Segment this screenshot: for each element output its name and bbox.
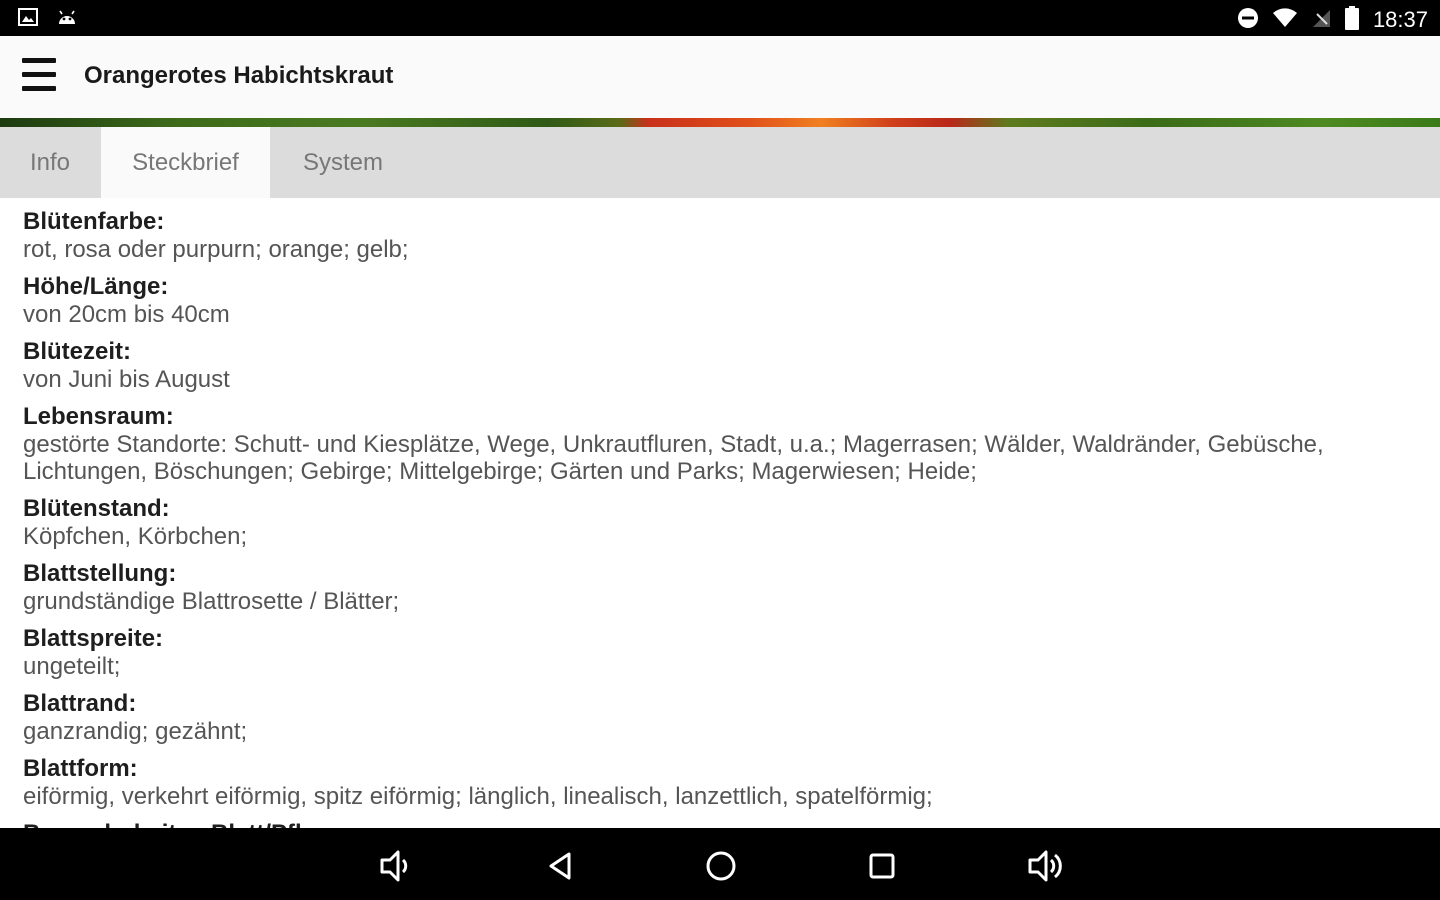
field-besonderheiten: Besonderheiten Blatt/Pflanze: [23,820,1413,828]
steckbrief-content[interactable]: Blütenfarbe: rot, rosa oder purpurn; ora… [0,198,1440,828]
field-bluetenstand: Blütenstand: Köpfchen, Körbchen; [23,495,1413,550]
back-icon[interactable] [540,846,580,886]
field-blattrand: Blattrand: ganzrandig; gezähnt; [23,690,1413,745]
status-bar: 18:37 [0,0,1440,36]
field-label: Blattspreite: [23,625,164,652]
field-value: ungeteilt; [23,653,121,680]
field-value: eiförmig, verkehrt eiförmig, spitz eiför… [23,783,933,810]
tab-bar: Info Steckbrief System [0,127,1440,198]
hamburger-menu-icon[interactable] [20,56,58,94]
tab-steckbrief[interactable]: Steckbrief [101,127,270,198]
field-bluetezeit: Blütezeit: von Juni bis August [23,338,1413,393]
field-label: Höhe/Länge: [23,273,169,300]
field-list: Blütenfarbe: rot, rosa oder purpurn; ora… [23,208,1413,828]
field-bluetenfarbe: Blütenfarbe: rot, rosa oder purpurn; ora… [23,208,1413,263]
field-label: Blattrand: [23,690,137,717]
home-icon[interactable] [701,846,741,886]
field-value: von Juni bis August [23,366,230,393]
recents-icon[interactable] [862,846,902,886]
do-not-disturb-icon [1237,7,1259,33]
clock-time: 18:37 [1372,7,1428,32]
field-blattform: Blattform: eiförmig, verkehrt eiförmig, … [23,755,1413,810]
plant-image-strip [0,118,1440,127]
field-value: rot, rosa oder purpurn; orange; gelb; [23,236,409,263]
volume-down-icon[interactable] [376,846,416,886]
field-value: gestörte Standorte: Schutt- und Kiesplät… [23,431,1324,485]
field-value: von 20cm bis 40cm [23,301,230,328]
wifi-icon [1272,8,1297,32]
no-signal-icon [1311,8,1331,32]
field-value: Köpfchen, Körbchen; [23,523,248,550]
tab-system[interactable]: System [270,127,416,198]
field-label: Blütenfarbe: [23,208,165,235]
field-hoehe-laenge: Höhe/Länge: von 20cm bis 40cm [23,273,1413,328]
field-label: Besonderheiten Blatt/Pflanze: [23,820,1413,828]
app-toolbar: Orangerotes Habichtskraut [0,36,1440,118]
volume-up-icon[interactable] [1026,846,1066,886]
battery-icon [1344,6,1359,34]
field-label: Blütezeit: [23,338,131,365]
android-icon [56,8,78,30]
field-value: grundständige Blattrosette / Blätter; [23,588,400,615]
page-title: Orangerotes Habichtskraut [84,62,394,89]
tab-info[interactable]: Info [0,127,100,198]
field-label: Blattform: [23,755,138,782]
navigation-bar [0,828,1440,900]
field-blattstellung: Blattstellung: grundständige Blattrosett… [23,560,1413,615]
field-label: Lebensraum: [23,403,174,430]
field-label: Blattstellung: [23,560,177,587]
image-icon [18,8,38,30]
field-value: ganzrandig; gezähnt; [23,718,248,745]
field-lebensraum: Lebensraum: gestörte Standorte: Schutt- … [23,403,1413,485]
field-label: Blütenstand: [23,495,170,522]
field-blattspreite: Blattspreite: ungeteilt; [23,625,1413,680]
